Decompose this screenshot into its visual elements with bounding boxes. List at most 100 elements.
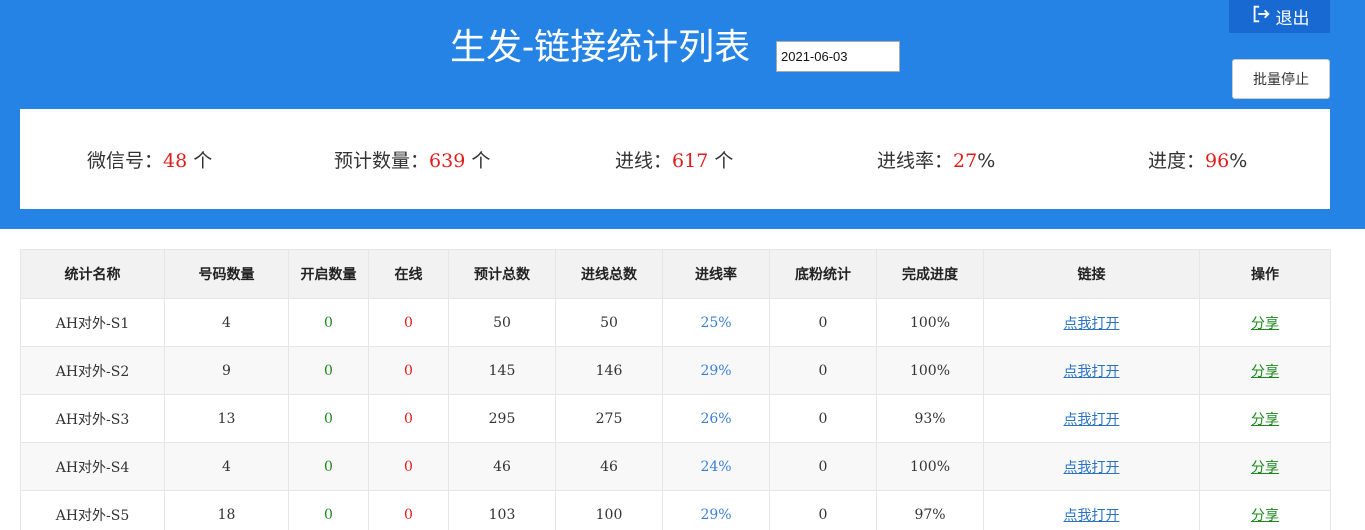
cell-base: 0	[769, 490, 877, 530]
cell-incoming: 146	[555, 346, 663, 395]
share-link[interactable]: 分享	[1251, 412, 1279, 428]
open-link[interactable]: 点我打开	[1064, 460, 1120, 476]
stat-wechat: 微信号：48 个	[87, 146, 212, 173]
cell-open: 0	[288, 298, 369, 347]
stat-progress-unit: %	[1229, 150, 1248, 172]
cell-link: 点我打开	[983, 394, 1200, 443]
cell-open: 0	[288, 442, 369, 491]
share-link[interactable]: 分享	[1251, 460, 1279, 476]
cell-rate: 26%	[662, 394, 770, 443]
cell-action: 分享	[1199, 346, 1331, 395]
cell-open: 0	[288, 490, 369, 530]
cell-open: 0	[288, 394, 369, 443]
column-header: 在线	[368, 249, 449, 299]
cell-name: AH对外-S4	[20, 442, 165, 491]
cell-online: 0	[368, 346, 449, 395]
share-link[interactable]: 分享	[1251, 508, 1279, 524]
cell-count: 9	[164, 346, 289, 395]
share-link[interactable]: 分享	[1251, 316, 1279, 332]
cell-rate: 29%	[662, 346, 770, 395]
table-row: AH对外-S1 4 0 0 50 50 25% 0 100% 点我打开 分享	[20, 298, 1331, 347]
cell-base: 0	[769, 394, 877, 443]
table-header-row: 统计名称 号码数量 开启数量 在线 预计总数 进线总数 进线率 底粉统计 完成进…	[20, 249, 1331, 299]
cell-action: 分享	[1199, 394, 1331, 443]
cell-planned: 103	[448, 490, 556, 530]
share-link[interactable]: 分享	[1251, 364, 1279, 380]
stats-table: 统计名称 号码数量 开启数量 在线 预计总数 进线总数 进线率 底粉统计 完成进…	[20, 249, 1331, 530]
stat-planned-label: 预计数量：	[334, 150, 430, 172]
open-link[interactable]: 点我打开	[1064, 508, 1120, 524]
open-link[interactable]: 点我打开	[1064, 364, 1120, 380]
cell-done: 97%	[876, 490, 984, 530]
stat-planned: 预计数量：639 个	[334, 146, 490, 173]
stat-planned-value: 639	[429, 150, 466, 172]
stat-incoming-value: 617	[672, 150, 709, 172]
stat-wechat-label: 微信号：	[87, 150, 164, 172]
cell-rate: 24%	[662, 442, 770, 491]
stat-incoming-unit: 个	[708, 150, 734, 172]
logout-icon	[1250, 3, 1272, 30]
stat-progress: 进度：96%	[1148, 146, 1247, 173]
column-header: 统计名称	[20, 249, 165, 299]
column-header: 进线率	[662, 249, 770, 299]
stat-rate-unit: %	[977, 150, 996, 172]
cell-action: 分享	[1199, 490, 1331, 530]
cell-incoming: 275	[555, 394, 663, 443]
cell-online: 0	[368, 442, 449, 491]
cell-rate: 25%	[662, 298, 770, 347]
column-header: 号码数量	[164, 249, 289, 299]
table-row: AH对外-S3 13 0 0 295 275 26% 0 93% 点我打开 分享	[20, 394, 1331, 443]
stat-incoming: 进线：617 个	[615, 146, 733, 173]
stat-wechat-value: 48	[163, 150, 188, 172]
open-link[interactable]: 点我打开	[1064, 316, 1120, 332]
cell-count: 13	[164, 394, 289, 443]
stat-rate-label: 进线率：	[877, 150, 954, 172]
column-header: 进线总数	[555, 249, 663, 299]
cell-action: 分享	[1199, 442, 1331, 491]
column-header: 完成进度	[876, 249, 984, 299]
stat-progress-value: 96	[1205, 150, 1230, 172]
cell-action: 分享	[1199, 298, 1331, 347]
stat-rate-value: 27	[953, 150, 978, 172]
cell-done: 93%	[876, 394, 984, 443]
cell-name: AH对外-S3	[20, 394, 165, 443]
table-row: AH对外-S4 4 0 0 46 46 24% 0 100% 点我打开 分享	[20, 442, 1331, 491]
cell-incoming: 46	[555, 442, 663, 491]
stats-table-container: 统计名称 号码数量 开启数量 在线 预计总数 进线总数 进线率 底粉统计 完成进…	[20, 249, 1331, 530]
cell-count: 4	[164, 298, 289, 347]
summary-panel: 微信号：48 个 预计数量：639 个 进线：617 个 进线率：27% 进度：…	[20, 109, 1330, 209]
table-row: AH对外-S5 18 0 0 103 100 29% 0 97% 点我打开 分享	[20, 490, 1331, 530]
cell-count: 18	[164, 490, 289, 530]
cell-online: 0	[368, 490, 449, 530]
cell-name: AH对外-S5	[20, 490, 165, 530]
column-header: 底粉统计	[769, 249, 877, 299]
cell-planned: 295	[448, 394, 556, 443]
cell-name: AH对外-S1	[20, 298, 165, 347]
open-link[interactable]: 点我打开	[1064, 412, 1120, 428]
column-header: 操作	[1199, 249, 1331, 299]
cell-planned: 50	[448, 298, 556, 347]
batch-stop-button[interactable]: 批量停止	[1232, 59, 1330, 99]
logout-button[interactable]: 退出	[1229, 0, 1330, 33]
cell-link: 点我打开	[983, 298, 1200, 347]
column-header: 预计总数	[448, 249, 556, 299]
stat-wechat-unit: 个	[187, 150, 213, 172]
column-header: 链接	[983, 249, 1200, 299]
cell-done: 100%	[876, 346, 984, 395]
column-header: 开启数量	[288, 249, 369, 299]
cell-online: 0	[368, 298, 449, 347]
table-row: AH对外-S2 9 0 0 145 146 29% 0 100% 点我打开 分享	[20, 346, 1331, 395]
cell-base: 0	[769, 442, 877, 491]
stat-progress-label: 进度：	[1148, 150, 1206, 172]
cell-done: 100%	[876, 298, 984, 347]
date-input[interactable]	[776, 41, 900, 72]
cell-name: AH对外-S2	[20, 346, 165, 395]
cell-done: 100%	[876, 442, 984, 491]
cell-rate: 29%	[662, 490, 770, 530]
cell-open: 0	[288, 346, 369, 395]
stat-incoming-label: 进线：	[615, 150, 673, 172]
cell-online: 0	[368, 394, 449, 443]
cell-incoming: 100	[555, 490, 663, 530]
header-banner: 生发-链接统计列表 退出 批量停止 微信号：48 个 预计数量：639 个 进线…	[0, 0, 1365, 229]
cell-planned: 145	[448, 346, 556, 395]
